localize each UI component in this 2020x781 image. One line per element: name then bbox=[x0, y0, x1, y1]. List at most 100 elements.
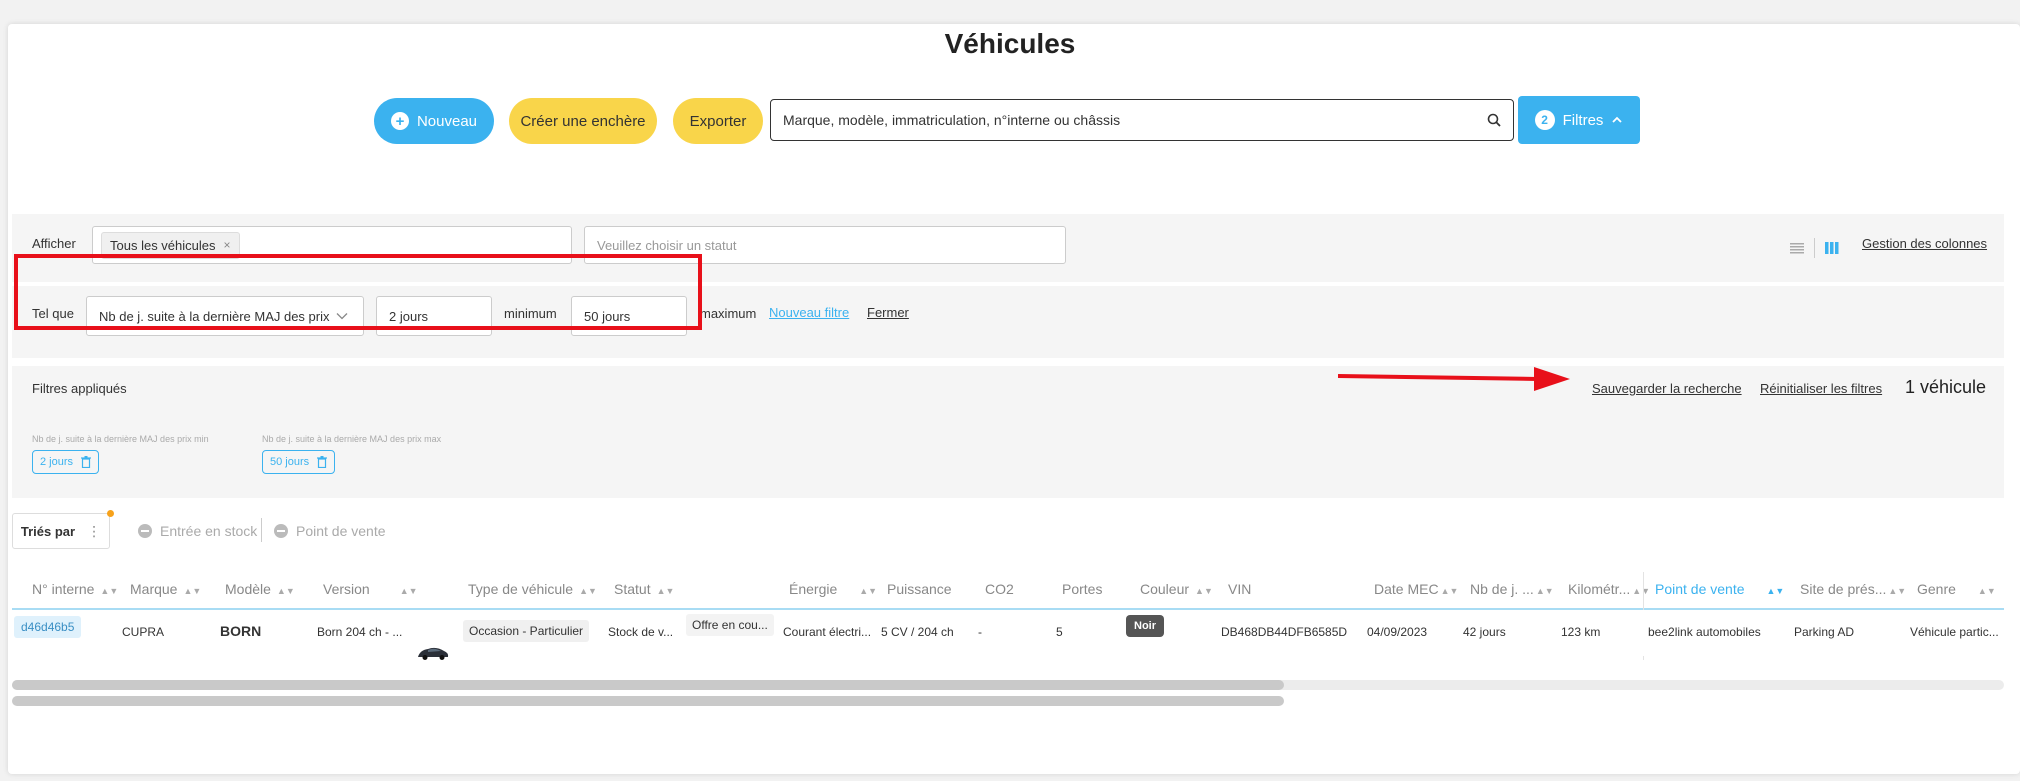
sort-icon: ▲▼ bbox=[399, 586, 418, 596]
horizontal-scrollbar-thumb[interactable] bbox=[12, 696, 1284, 706]
sort-icon: ▲▼ bbox=[1977, 586, 1996, 596]
display-label: Afficher bbox=[32, 236, 76, 251]
applied-tag-max[interactable]: 50 jours bbox=[262, 450, 336, 474]
sort-icon: ▲▼ bbox=[859, 586, 878, 596]
search-placeholder: Marque, modèle, immatriculation, n°inter… bbox=[783, 112, 1121, 128]
sort-button[interactable]: Triés par ⋮ bbox=[12, 513, 110, 549]
tag-caption-min: Nb de j. suite à la dernière MAJ des pri… bbox=[32, 434, 209, 444]
divider bbox=[1814, 238, 1815, 258]
view-toggle bbox=[1790, 238, 1839, 258]
col-header-portes: Portes bbox=[1062, 581, 1103, 597]
col-header-statut[interactable]: Statut ▲▼ bbox=[614, 581, 674, 597]
list-view-icon[interactable] bbox=[1790, 242, 1804, 254]
cell-type-badge: Occasion - Particulier bbox=[463, 620, 590, 642]
sort-icon: ▲▼ bbox=[656, 586, 675, 596]
sort-label: Triés par bbox=[20, 523, 76, 539]
col-header-modele[interactable]: Modèle ▲▼ bbox=[225, 581, 295, 597]
sort-icon: ▲▼ bbox=[1632, 586, 1651, 596]
tag-value-max: 50 jours bbox=[270, 456, 310, 468]
highlight-box bbox=[14, 254, 702, 330]
cell-co2: - bbox=[978, 625, 982, 639]
display-chip-label: Tous les véhicules bbox=[110, 237, 216, 253]
col-header-numero[interactable]: N° interne ▲▼ bbox=[32, 581, 118, 597]
filters-button[interactable]: 2 Filtres bbox=[1518, 96, 1640, 144]
manage-columns-link[interactable]: Gestion des colonnes bbox=[1862, 236, 1987, 251]
col-header-marque[interactable]: Marque ▲▼ bbox=[130, 581, 201, 597]
col-header-version[interactable]: Version ▲▼ bbox=[323, 581, 418, 597]
horizontal-scrollbar[interactable] bbox=[12, 680, 2004, 690]
cell-genre: Véhicule partic... bbox=[1910, 625, 1999, 639]
sort-option-point-vente-label: Point de vente bbox=[296, 523, 386, 539]
export-button[interactable]: Exporter bbox=[673, 98, 763, 144]
remove-sort-icon bbox=[274, 524, 288, 538]
plus-icon: + bbox=[390, 112, 409, 130]
sort-indicator-dot bbox=[107, 510, 114, 517]
chevron-up-icon bbox=[1612, 116, 1623, 123]
reset-filters-link[interactable]: Réinitialiser les filtres bbox=[1760, 381, 1882, 396]
close-icon[interactable]: × bbox=[224, 238, 231, 252]
car-thumbnail-icon bbox=[418, 647, 449, 660]
max-label: maximum bbox=[700, 306, 757, 321]
trash-icon[interactable] bbox=[317, 456, 328, 468]
more-vertical-icon: ⋮ bbox=[87, 522, 102, 539]
cell-portes: 5 bbox=[1056, 625, 1063, 639]
sort-option-point-vente[interactable]: Point de vente bbox=[274, 523, 386, 539]
col-header-point-vente[interactable]: Point de vente ▲▼ bbox=[1655, 581, 1784, 597]
sort-icon: ▲▼ bbox=[100, 586, 119, 596]
filters-count-badge: 2 bbox=[1534, 110, 1555, 130]
col-header-km[interactable]: Kilométr... ▲▼ bbox=[1568, 581, 1650, 597]
col-header-site[interactable]: Site de prés... ▲▼ bbox=[1800, 581, 1906, 597]
applied-tag-min[interactable]: 2 jours bbox=[32, 450, 100, 474]
col-header-energie[interactable]: Énergie ▲▼ bbox=[789, 581, 877, 597]
cell-modele: BORN bbox=[220, 623, 262, 639]
result-count: 1 véhicule bbox=[1905, 377, 1987, 397]
sort-icon: ▲▼ bbox=[183, 586, 202, 596]
sort-icon: ▲▼ bbox=[1535, 586, 1554, 596]
create-auction-button[interactable]: Créer une enchère bbox=[509, 98, 657, 144]
column-view-icon[interactable] bbox=[1825, 242, 1839, 254]
close-filter-link[interactable]: Fermer bbox=[867, 305, 909, 320]
sort-option-stock[interactable]: Entrée en stock bbox=[138, 523, 257, 539]
cell-version: Born 204 ch - ... bbox=[317, 625, 403, 639]
color-badge: Noir bbox=[1126, 615, 1164, 637]
cell-energie: Courant électri... bbox=[783, 625, 872, 639]
sort-icon: ▲▼ bbox=[276, 586, 295, 596]
col-header-nb-jours[interactable]: Nb de j. ... ▲▼ bbox=[1470, 581, 1554, 597]
col-header-type[interactable]: Type de véhicule ▲▼ bbox=[468, 581, 597, 597]
save-search-link[interactable]: Sauvegarder la recherche bbox=[1592, 381, 1742, 396]
col-header-couleur[interactable]: Couleur ▲▼ bbox=[1140, 581, 1213, 597]
search-icon bbox=[1487, 113, 1501, 127]
col-header-puissance: Puissance bbox=[887, 581, 952, 597]
new-button-label: Nouveau bbox=[416, 112, 478, 130]
new-filter-link[interactable]: Nouveau filtre bbox=[769, 305, 849, 320]
remove-sort-icon bbox=[138, 524, 152, 538]
create-auction-label: Créer une enchère bbox=[520, 112, 646, 130]
col-header-date-mec[interactable]: Date MEC ▲▼ bbox=[1374, 581, 1458, 597]
sort-icon: ▲▼ bbox=[1766, 586, 1785, 596]
scrollbar-thumb[interactable] bbox=[12, 680, 1284, 690]
cell-km: 123 km bbox=[1561, 625, 1601, 639]
sort-icon: ▲▼ bbox=[1195, 586, 1213, 596]
sort-option-stock-label: Entrée en stock bbox=[160, 523, 258, 539]
search-input[interactable]: Marque, modèle, immatriculation, n°inter… bbox=[770, 99, 1514, 141]
cell-offer-badge: Offre en cou... bbox=[686, 614, 774, 636]
applied-filters-label: Filtres appliqués bbox=[32, 381, 127, 396]
cell-date-mec: 04/09/2023 bbox=[1367, 625, 1428, 639]
cell-marque: CUPRA bbox=[122, 625, 165, 639]
cell-point-vente: bee2link automobiles bbox=[1648, 625, 1761, 639]
col-header-genre[interactable]: Genre ▲▼ bbox=[1917, 581, 1996, 597]
filters-label: Filtres bbox=[1562, 111, 1604, 129]
trash-icon[interactable] bbox=[81, 456, 92, 468]
new-button[interactable]: + Nouveau bbox=[374, 98, 494, 144]
sort-icon: ▲▼ bbox=[1888, 586, 1907, 596]
status-placeholder: Veuillez choisir un statut bbox=[597, 237, 737, 253]
internal-id-badge[interactable]: d46d46b5 bbox=[14, 616, 82, 638]
export-label: Exporter bbox=[689, 112, 747, 130]
tag-caption-max: Nb de j. suite à la dernière MAJ des pri… bbox=[262, 434, 442, 444]
cell-nb-jours: 42 jours bbox=[1463, 625, 1506, 639]
tag-value-min: 2 jours bbox=[40, 456, 74, 468]
page-title: Véhicules bbox=[944, 28, 1076, 59]
sort-icon: ▲▼ bbox=[579, 586, 597, 596]
cell-puissance: 5 CV / 204 ch bbox=[881, 625, 954, 639]
divider bbox=[261, 518, 262, 542]
